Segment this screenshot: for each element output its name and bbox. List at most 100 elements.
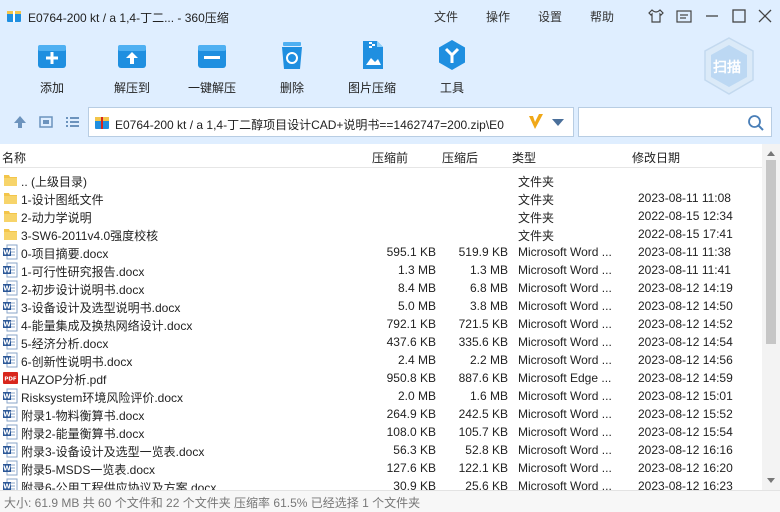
file-size-after: 6.8 MB: [469, 281, 508, 295]
file-type: Microsoft Word ...: [518, 245, 612, 259]
message-icon[interactable]: [674, 6, 694, 26]
file-name: 1-设计图纸文件: [21, 193, 104, 207]
file-row[interactable]: W 5-经济分析.docx 437.6 KB 335.6 KB Microsoft Wo…: [0, 333, 762, 351]
skin-shirt-icon[interactable]: [646, 6, 666, 26]
svg-text:PDF: PDF: [4, 377, 17, 383]
window-title: E0764-200 kt / a 1,4-丁二... - 360压缩: [28, 11, 229, 25]
file-size-after: 105.7 KB: [458, 425, 508, 439]
close-icon[interactable]: [755, 6, 775, 26]
chevron-down-icon[interactable]: [551, 118, 565, 128]
menu-operate[interactable]: 操作: [486, 8, 510, 25]
file-modified: 2023-08-11 11:38: [638, 245, 731, 259]
file-row[interactable]: W 2-初步设计说明书.docx 8.4 MB 6.8 MB Microsoft Wor…: [0, 279, 762, 297]
file-size-before: 5.0 MB: [397, 299, 436, 313]
file-row[interactable]: W 附录2-能量衡算书.docx 108.0 KB 105.7 KB Microsoft…: [0, 423, 762, 441]
maximize-icon[interactable]: [729, 6, 749, 26]
file-size-after: 2.2 MB: [469, 353, 508, 367]
minimize-icon[interactable]: [702, 6, 722, 26]
scroll-track[interactable]: [766, 160, 776, 494]
file-type: Microsoft Word ...: [518, 335, 612, 349]
file-size-after: 3.8 MB: [469, 299, 508, 313]
file-size-before: 30.9 KB: [393, 479, 436, 490]
file-size-after: 335.6 KB: [458, 335, 508, 349]
file-name: 4-能量集成及换热网络设计.docx: [21, 319, 193, 333]
file-row[interactable]: PDF HAZOP分析.pdf 950.8 KB 887.6 KB Microsoft …: [0, 369, 762, 387]
add-button[interactable]: 添加: [20, 38, 84, 96]
file-row[interactable]: W 3-设备设计及选型说明书.docx 5.0 MB 3.8 MB Microsoft …: [0, 297, 762, 315]
menu-help[interactable]: 帮助: [590, 8, 614, 25]
column-name[interactable]: 名称: [2, 149, 26, 166]
file-name: 3-SW6-2011v4.0强度校核: [21, 229, 159, 243]
word-doc-icon: W: [3, 442, 18, 458]
extract-to-label: 解压到: [113, 81, 150, 95]
recycle-bin-icon: [282, 42, 302, 69]
file-name: 1-可行性研究报告.docx: [21, 265, 145, 279]
up-arrow-icon[interactable]: [12, 114, 28, 130]
address-row: E0764-200 kt / a 1,4-丁二醇项目设计CAD+说明书==146…: [0, 102, 780, 144]
file-name: 附录1-物料衡算书.docx: [21, 409, 145, 423]
file-row[interactable]: .. (上级目录) 文件夹: [0, 171, 762, 189]
file-type: Microsoft Word ...: [518, 263, 612, 277]
vertical-scrollbar[interactable]: [762, 144, 780, 490]
file-type: Microsoft Edge ...: [518, 371, 612, 385]
word-doc-icon: W: [3, 424, 18, 440]
file-row[interactable]: 1-设计图纸文件 文件夹 2023-08-11 11:08: [0, 189, 762, 207]
zip-app-logo-icon: [7, 11, 21, 22]
extract-to-button[interactable]: 解压到: [100, 38, 164, 96]
scroll-up-arrow-icon[interactable]: [767, 150, 775, 156]
image-compress-button[interactable]: 图片压缩: [340, 38, 404, 96]
file-size-after: 1.3 MB: [469, 263, 508, 277]
file-row[interactable]: W 附录3-设备设计及选型一览表.docx 56.3 KB 52.8 KB Micros…: [0, 441, 762, 459]
search-input[interactable]: [578, 107, 772, 137]
file-size-before: 1.3 MB: [397, 263, 436, 277]
address-bar[interactable]: E0764-200 kt / a 1,4-丁二醇项目设计CAD+说明书==146…: [88, 107, 574, 137]
file-row[interactable]: W 附录5-MSDS一览表.docx 127.6 KB 122.1 KB Microso…: [0, 459, 762, 477]
file-name: HAZOP分析.pdf: [21, 373, 107, 387]
file-modified: 2023-08-11 11:41: [638, 263, 731, 277]
file-list[interactable]: 名称 压缩前 压缩后 类型 修改日期 .. (上级目录) 文件夹 1-设计图纸文件文…: [0, 144, 762, 490]
column-modified[interactable]: 修改日期: [632, 149, 680, 166]
file-row[interactable]: W 1-可行性研究报告.docx 1.3 MB 1.3 MB Microsoft Wor…: [0, 261, 762, 279]
menu-settings[interactable]: 设置: [538, 8, 562, 25]
file-row[interactable]: 3-SW6-2011v4.0强度校核 文件夹 2022-08-15 17:41: [0, 225, 762, 243]
extract-box-icon: [118, 45, 146, 68]
list-view-icon[interactable]: [64, 114, 80, 130]
scan-button[interactable]: 扫描: [700, 36, 758, 96]
file-row[interactable]: W 附录1-物料衡算书.docx 264.9 KB 242.5 KB Microsoft…: [0, 405, 762, 423]
file-name: 3-设备设计及选型说明书.docx: [21, 301, 181, 315]
file-size-before: 127.6 KB: [386, 461, 436, 475]
file-modified: 2022-08-15 17:41: [638, 227, 733, 241]
pdf-icon: PDF: [3, 372, 18, 384]
file-type: Microsoft Word ...: [518, 407, 612, 421]
scroll-thumb[interactable]: [766, 160, 776, 344]
tools-button[interactable]: 工具: [420, 38, 484, 96]
one-click-extract-button[interactable]: 一键解压: [180, 38, 244, 96]
file-size-after: 25.6 KB: [465, 479, 508, 490]
file-row[interactable]: W 6-创新性说明书.docx 2.4 MB 2.2 MB Microsoft Word…: [0, 351, 762, 369]
column-size-after[interactable]: 压缩后: [442, 149, 478, 166]
svg-text:W: W: [3, 267, 11, 275]
svg-text:W: W: [3, 393, 11, 401]
scroll-down-arrow-icon[interactable]: [767, 478, 775, 484]
menu-file[interactable]: 文件: [434, 8, 458, 25]
file-row[interactable]: W 4-能量集成及换热网络设计.docx 792.1 KB 721.5 KB Micro…: [0, 315, 762, 333]
word-doc-icon: W: [3, 334, 18, 350]
file-row[interactable]: W Risksystem环境风险评价.docx 2.0 MB 1.6 MB Micros…: [0, 387, 762, 405]
file-type: Microsoft Word ...: [518, 281, 612, 295]
file-row[interactable]: 2-动力学说明 文件夹 2022-08-15 12:34: [0, 207, 762, 225]
file-name: 6-创新性说明书.docx: [21, 355, 133, 369]
file-modified: 2023-08-12 14:56: [638, 353, 733, 367]
column-type[interactable]: 类型: [512, 149, 536, 166]
file-modified: 2023-08-12 15:52: [638, 407, 733, 421]
search-icon[interactable]: [747, 114, 765, 132]
thumbnail-view-icon[interactable]: [38, 114, 54, 130]
file-modified: 2022-08-15 12:34: [638, 209, 733, 223]
column-size-before[interactable]: 压缩前: [372, 149, 408, 166]
file-type: 文件夹: [518, 229, 555, 243]
file-row[interactable]: W 0-项目摘要.docx 595.1 KB 519.9 KB Microsoft Wo…: [0, 243, 762, 261]
file-row[interactable]: W 附录6-公用工程供应协议及方案.docx 30.9 KB 25.6 KB Micro…: [0, 477, 762, 490]
word-doc-icon: W: [3, 352, 18, 368]
folder-icon: [4, 211, 17, 222]
delete-button[interactable]: 删除: [260, 38, 324, 96]
column-header: 名称 压缩前 压缩后 类型 修改日期: [0, 144, 762, 168]
